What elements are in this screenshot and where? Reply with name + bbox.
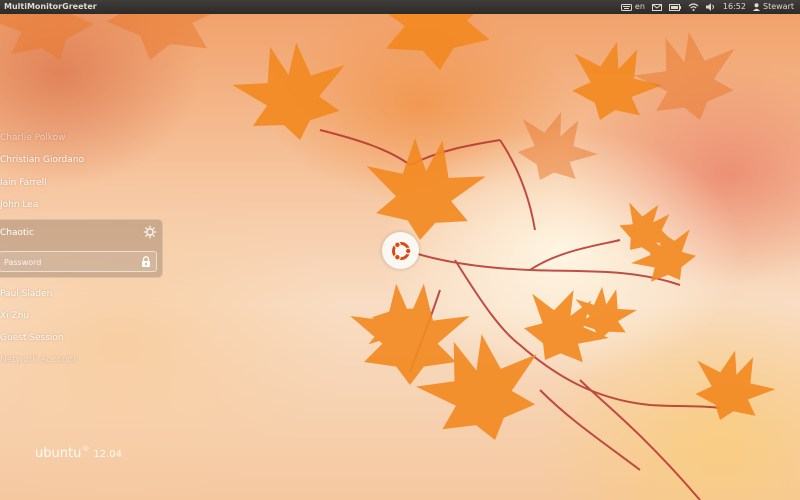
user-item[interactable]: Charlie Polkow [0,133,65,143]
password-input[interactable] [4,255,134,269]
indicator-area: en 16:52 Stewart [620,0,800,14]
ubuntu-logo [382,232,419,269]
user-item[interactable]: Paul Sladen [0,289,52,299]
brand-name: ubuntu [35,446,82,461]
user-item[interactable]: Iain Farrell [0,178,47,188]
network-indicator[interactable] [688,3,699,11]
mail-icon [651,3,662,11]
ubuntu-wordmark: ubuntu ® 12.04 [35,445,122,461]
wifi-icon [688,3,699,11]
user-icon [752,3,760,11]
user-list: Charlie Polkow Christian Giordano Iain F… [0,0,170,500]
keyboard-indicator[interactable]: en [620,0,645,14]
password-field[interactable] [0,251,157,272]
messaging-indicator[interactable] [651,3,662,11]
battery-icon [668,3,681,11]
volume-icon [705,3,714,11]
selected-user-name[interactable]: Chaotic [0,228,34,238]
lock-icon [142,256,150,267]
user-item[interactable]: Guest Session [0,333,64,343]
keyboard-icon [620,3,632,11]
clock[interactable]: 16:52 [723,0,746,14]
battery-indicator[interactable] [668,3,681,11]
registered-mark: ® [82,445,90,453]
user-item[interactable]: Network Account [0,355,77,365]
release-version: 12.04 [93,449,122,460]
user-item[interactable]: Xi Zhu [0,311,29,321]
sound-indicator[interactable] [705,3,716,11]
user-item[interactable]: Christian Giordano [0,155,84,165]
current-user-label: Stewart [762,2,794,11]
ubuntu-circle-of-friends-icon [391,240,412,261]
user-item[interactable]: John Lea [0,200,38,210]
gear-icon[interactable] [143,225,157,239]
session-indicator[interactable]: Stewart [752,0,794,14]
keyboard-layout-label: en [634,2,645,11]
